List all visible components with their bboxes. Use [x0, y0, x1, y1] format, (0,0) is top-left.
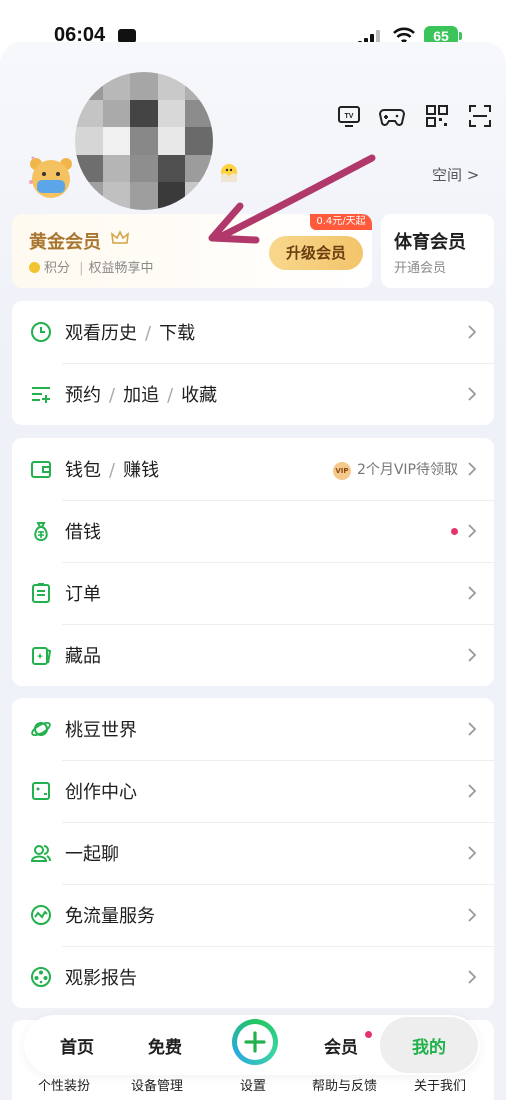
- about-us-link[interactable]: 关于我们: [414, 1075, 466, 1094]
- settings-link[interactable]: 设置: [240, 1075, 266, 1094]
- row-creator-center[interactable]: 创作中心: [12, 760, 494, 822]
- gold-member-status: 积分 | 权益畅享中: [29, 257, 154, 276]
- borrow-label: 借钱: [65, 522, 101, 543]
- row-chat-together[interactable]: 一起聊: [12, 822, 494, 884]
- clock-icon: [31, 322, 51, 342]
- chevron-right-icon: [468, 524, 476, 538]
- earn-link[interactable]: 赚钱: [123, 460, 159, 481]
- divider: [62, 822, 494, 823]
- qr-code-icon[interactable]: [425, 104, 453, 132]
- divider: [62, 760, 494, 761]
- scan-icon[interactable]: [468, 104, 496, 132]
- chevron-right-icon: [468, 387, 476, 401]
- sports-member-card[interactable]: 体育会员 开通会员: [381, 214, 494, 288]
- viewing-report-label: 观影报告: [65, 968, 137, 989]
- nav-free[interactable]: 免费: [148, 1033, 182, 1058]
- gold-member-card[interactable]: 黄金会员 积分 | 权益畅享中 升级会员 0.4元/天起: [12, 214, 372, 288]
- space-link[interactable]: 空间 >: [432, 164, 479, 185]
- help-feedback-link[interactable]: 帮助与反馈: [312, 1075, 377, 1094]
- row-viewing-report[interactable]: 观影报告: [12, 946, 494, 1008]
- device-management-link[interactable]: 设备管理: [131, 1075, 183, 1094]
- crown-icon: [111, 230, 129, 244]
- menu-group-finance: 钱包 / 赚钱 VIP 2个月VIP待领取 借钱 订单 藏品: [12, 438, 494, 686]
- divider: [62, 624, 494, 625]
- row-free-data-service[interactable]: 免流量服务: [12, 884, 494, 946]
- people-icon: [30, 845, 51, 862]
- row-borrow[interactable]: 借钱: [12, 500, 494, 562]
- vip-badge-icon: VIP: [332, 462, 351, 480]
- clipboard-icon: [32, 583, 50, 603]
- divider: [62, 363, 494, 364]
- chevron-right-icon: [468, 908, 476, 922]
- points-coin-icon: [29, 262, 40, 273]
- planet-icon: [31, 722, 51, 736]
- row-wallet[interactable]: 钱包 / 赚钱 VIP 2个月VIP待领取: [12, 438, 494, 500]
- chevron-right-icon: [468, 462, 476, 476]
- personalize-link[interactable]: 个性装扮: [38, 1075, 90, 1094]
- plus-icon: [244, 1031, 266, 1053]
- favorite-link[interactable]: 收藏: [181, 385, 217, 406]
- taodou-world-label: 桃豆世界: [65, 720, 137, 741]
- divider: [62, 884, 494, 885]
- row-taodou-world[interactable]: 桃豆世界: [12, 698, 494, 760]
- divider: [62, 500, 494, 501]
- reserve-link[interactable]: 预约: [65, 385, 101, 406]
- avatar[interactable]: [75, 72, 213, 210]
- lock-icon: [118, 29, 136, 43]
- collectible-card-icon: [32, 647, 52, 665]
- creator-center-label: 创作中心: [65, 782, 137, 803]
- chevron-right-icon: [468, 784, 476, 798]
- nav-mine[interactable]: 我的: [412, 1033, 446, 1058]
- free-data-service-label: 免流量服务: [65, 906, 155, 927]
- row-reserve-follow-favorite[interactable]: 预约 / 加追 / 收藏: [12, 363, 494, 425]
- wallet-link[interactable]: 钱包: [65, 460, 101, 481]
- chevron-right-icon: [468, 970, 476, 984]
- row-orders[interactable]: 订单: [12, 562, 494, 624]
- collectibles-label: 藏品: [65, 646, 101, 667]
- chevron-right-icon: [468, 325, 476, 339]
- chevron-right-icon: [468, 722, 476, 736]
- download-link[interactable]: 下载: [159, 323, 195, 344]
- price-tag: 0.4元/天起: [310, 214, 372, 230]
- menu-group-services: 桃豆世界 创作中心 一起聊 免流量服务 观影报告: [12, 698, 494, 1008]
- divider: [62, 946, 494, 947]
- create-plus-button[interactable]: [232, 1019, 278, 1065]
- profile-sheet: TV 空间 > 黄金会员 积分 | 权益畅享中 升级会员 0.4元/天起 体育会员…: [0, 42, 506, 1100]
- divider: [62, 562, 494, 563]
- notification-dot: [451, 528, 458, 535]
- sports-member-title: 体育会员: [394, 232, 466, 253]
- data-wave-icon: [31, 905, 51, 925]
- list-add-icon: [32, 387, 50, 403]
- gamepad-icon[interactable]: [378, 104, 407, 132]
- battery-tip: [459, 32, 462, 40]
- money-bag-icon: [34, 522, 48, 542]
- status-bar: 06:04 65: [0, 0, 506, 48]
- upgrade-member-button[interactable]: 升级会员: [269, 236, 363, 270]
- svg-text:TV: TV: [345, 113, 354, 120]
- sports-member-subtitle: 开通会员: [394, 261, 447, 276]
- follow-link[interactable]: 加追: [123, 385, 159, 406]
- row-collectibles[interactable]: 藏品: [12, 624, 494, 686]
- nav-home[interactable]: 首页: [60, 1033, 94, 1058]
- chick-badge-icon: [221, 164, 237, 182]
- orders-label: 订单: [65, 584, 101, 605]
- chevron-right-icon: [468, 648, 476, 662]
- tv-icon[interactable]: TV: [337, 104, 365, 132]
- row-history-download[interactable]: 观看历史 / 下载: [12, 301, 494, 363]
- vip-reward-hint[interactable]: VIP 2个月VIP待领取: [332, 459, 458, 480]
- chevron-right-icon: [468, 846, 476, 860]
- chevron-right-icon: [468, 586, 476, 600]
- creator-icon: [32, 782, 50, 800]
- history-link[interactable]: 观看历史: [65, 323, 137, 344]
- gold-member-title: 黄金会员: [29, 232, 101, 253]
- member-notification-dot: [365, 1031, 372, 1038]
- chat-together-label: 一起聊: [65, 844, 119, 865]
- film-reel-icon: [31, 967, 51, 987]
- wallet-icon: [31, 461, 51, 478]
- mascot-bear-icon: [29, 156, 72, 198]
- nav-member[interactable]: 会员: [324, 1033, 358, 1058]
- menu-group-history: 观看历史 / 下载 预约 / 加追 / 收藏: [12, 301, 494, 425]
- bottom-navigation: 首页 免费 会员 我的 个性装扮 设备管理 设置 帮助与反馈 关于我们: [0, 1011, 506, 1100]
